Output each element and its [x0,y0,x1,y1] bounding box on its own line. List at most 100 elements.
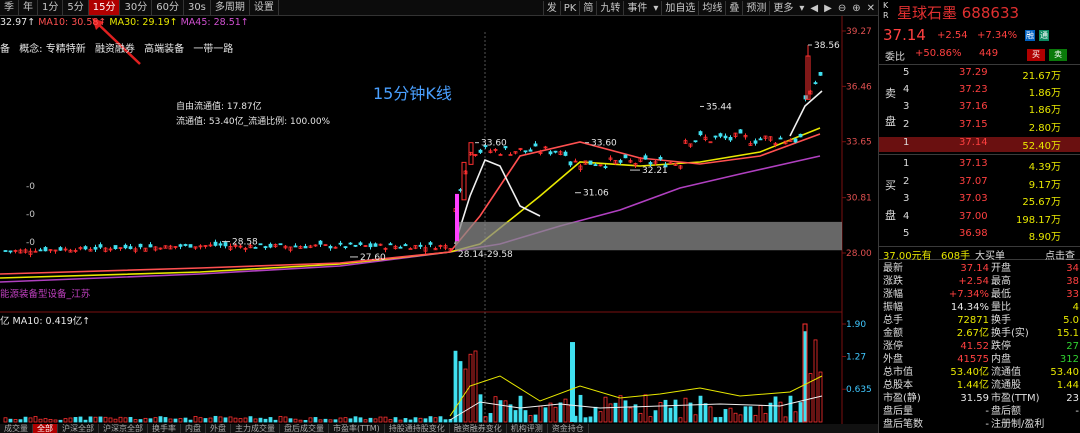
ask-row[interactable]: 3 37.16 1.86万 [879,101,1080,116]
tab-institution[interactable]: 机构评测 [507,424,548,433]
candle-body [713,135,718,138]
jiuzhuan-button[interactable]: 九转 [596,0,623,16]
ask-row[interactable]: 1 37.14 52.40万 [879,137,1080,152]
volume-bar [18,419,23,423]
candle-body [338,242,343,245]
chevron-down-icon[interactable]: ▾ [796,1,807,16]
concept-tag[interactable]: 融资融券 [95,44,135,55]
tab-season[interactable]: 季 [0,0,19,15]
stock-name[interactable]: 星球石墨 688633 [897,2,1019,23]
tab-15min[interactable]: 15分 [88,0,121,15]
settings-button[interactable]: 设置 [250,0,279,15]
tab-fund[interactable]: 资金持仓 [548,424,589,433]
tab-5min[interactable]: 5分 [63,0,89,15]
tab-60min[interactable]: 60分 [152,0,184,15]
forecast-button[interactable]: 预测 [742,0,769,16]
send-button[interactable]: 发 [542,0,560,16]
tab-margin[interactable]: 融资融券变化 [450,424,507,433]
volume-bar [43,418,48,423]
stat-row: 外盘 41575 内盘 312 [879,353,1080,366]
volume-bar [743,406,748,423]
stat-label: 量比 [991,302,1011,313]
price-annotation: 33.60 [481,139,507,149]
kline-annotation: 15分钟K线 [373,84,452,103]
tab-hs-all[interactable]: 沪深全部 [58,424,99,433]
volume-bar [178,418,183,423]
bid-book: 买 盘 1 37.13 4.39万 2 37.07 9.17万 3 37.03 … [879,154,1080,244]
volume-bar [708,406,713,423]
volume-bar [113,418,118,423]
volume-bar [713,417,718,423]
overlay-button[interactable]: 叠 [725,0,742,16]
volume-bar [108,417,113,423]
tab-inner[interactable]: 内盘 [181,424,206,433]
tab-30min[interactable]: 30分 [120,0,153,15]
zoom-in-icon[interactable]: ⊕ [849,1,863,16]
bid-row[interactable]: 4 37.00 198.17万 [879,211,1080,226]
tab-multi-period[interactable]: 多周期 [211,0,250,15]
tab-pe-ttm[interactable]: 市盈率(TTM) [329,424,385,433]
tab-after-hours[interactable]: 盘后成交量 [280,424,329,433]
candle-body [213,241,218,246]
stat-label: 总市值 [883,367,913,378]
stat-label: 流通值 [991,367,1021,378]
add-watchlist-button[interactable]: 加自选 [661,0,698,16]
candle-body [533,143,538,147]
more-button[interactable]: 更多 [769,0,796,16]
ask-row[interactable]: 4 37.23 1.86万 [879,84,1080,99]
volume-bar [128,416,133,423]
bid-row[interactable]: 3 37.03 25.67万 [879,193,1080,208]
zoom-out-icon[interactable]: ⊖ [835,1,849,16]
volume-bar [583,417,588,423]
ma-button[interactable]: 均线 [698,0,725,16]
bid-row[interactable]: 5 36.98 8.90万 [879,228,1080,243]
bid-row[interactable]: 2 37.07 9.17万 [879,176,1080,191]
concept-tag[interactable]: 一带一路 [193,44,233,55]
event-button[interactable]: 事件 [623,0,650,16]
concept-tag[interactable]: 概念: 专精特新 [19,44,86,55]
close-icon[interactable]: ✕ [864,1,878,16]
tab-holding[interactable]: 持股通持股变化 [385,424,450,433]
prev-icon[interactable]: ◀ [807,1,821,16]
tab-all[interactable]: 全部 [33,424,58,433]
tab-turnover[interactable]: 换手率 [148,424,181,433]
volume-bar [588,416,593,423]
ask-row[interactable]: 5 37.29 21.67万 [879,67,1080,82]
volume-bar [668,407,673,423]
chevron-down-icon[interactable]: ▾ [650,1,661,16]
tab-year[interactable]: 年 [19,0,38,15]
volume-bar [303,420,308,423]
tab-30s[interactable]: 30s [184,0,211,15]
kline-chart[interactable]: 39.27 36.46 33.65 30.81 28.00 1.90 1.27 0.635 3… [0,16,878,424]
volume-bar [53,419,58,423]
bid-volume: 198.17万 [1016,215,1061,226]
click-view-link[interactable]: 点击查 [1045,247,1075,262]
kr-label: K R [883,1,889,20]
tab-1min[interactable]: 1分 [38,0,64,15]
volume-bar [503,400,508,423]
next-icon[interactable]: ▶ [821,1,835,16]
pk-button[interactable]: PK [559,0,580,16]
volume-bar [353,416,358,423]
candle-body [455,193,459,242]
tab-outer[interactable]: 外盘 [206,424,231,433]
candle-body [523,150,528,153]
buy-button[interactable]: 买 [1027,49,1045,61]
level: 3 [903,101,910,112]
volume-bar [88,416,93,423]
volume-bar [788,395,793,423]
ask-row[interactable]: 2 37.15 2.80万 [879,119,1080,134]
bid-row[interactable]: 1 37.13 4.39万 [879,158,1080,173]
stat-row: 盘后量 - 盘后额 - [879,405,1080,418]
candle-body [218,243,223,246]
volume-bar [570,342,575,422]
tab-volume[interactable]: 成交量 [0,424,33,433]
volume-bar [613,402,618,423]
concept-tag[interactable]: 高端装备 [144,44,184,55]
tab-main-volume[interactable]: 主力成交量 [231,424,280,433]
simple-button[interactable]: 简 [579,0,596,16]
stat-row: 振幅 14.34% 量比 4 [879,301,1080,314]
stat-value: 53.40亿 [950,367,989,378]
tab-hsj-all[interactable]: 沪深京全部 [99,424,148,433]
sell-button[interactable]: 卖 [1049,49,1067,61]
